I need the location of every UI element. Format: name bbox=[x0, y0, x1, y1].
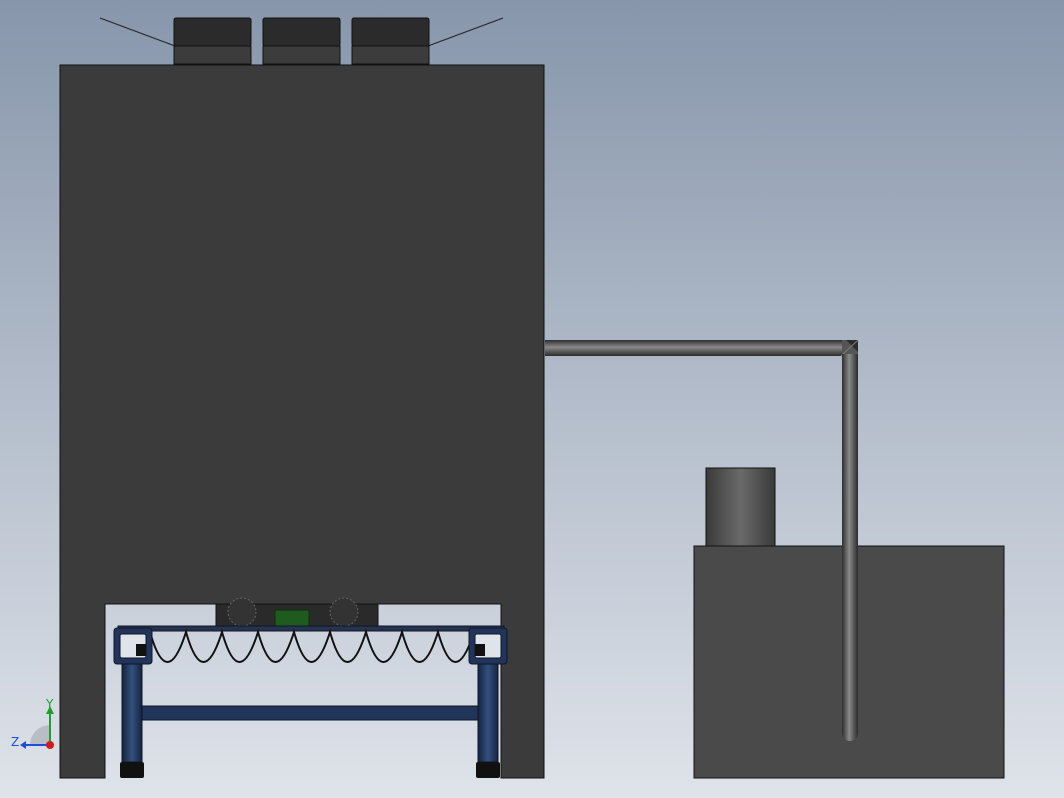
triad-z-label: Z bbox=[11, 735, 20, 749]
frame-end-right[interactable] bbox=[468, 627, 508, 665]
frame-end-left[interactable] bbox=[113, 627, 153, 665]
feeder-gear-left bbox=[227, 597, 257, 627]
frame-crossbar bbox=[141, 705, 479, 721]
roof-unit-3[interactable] bbox=[351, 17, 430, 65]
pipe-vertical[interactable] bbox=[842, 354, 858, 741]
cad-graphics-viewport[interactable] bbox=[0, 0, 1064, 798]
frame-leg-right bbox=[477, 663, 499, 763]
triad-y-label: Y bbox=[46, 697, 54, 711]
frame-foot-left bbox=[120, 762, 144, 778]
triad-x-axis-dot bbox=[46, 741, 54, 749]
frame-leg-left bbox=[121, 663, 143, 763]
roof-unit-2[interactable] bbox=[262, 17, 341, 65]
pipe-horizontal[interactable] bbox=[545, 340, 851, 356]
feeder-green-motor[interactable] bbox=[274, 609, 310, 629]
roof-unit-1[interactable] bbox=[173, 17, 252, 65]
feeder-top-rail bbox=[117, 625, 505, 632]
feeder-gear-right bbox=[329, 597, 359, 627]
tank-cylinder[interactable] bbox=[705, 467, 776, 547]
frame-foot-right bbox=[476, 762, 500, 778]
